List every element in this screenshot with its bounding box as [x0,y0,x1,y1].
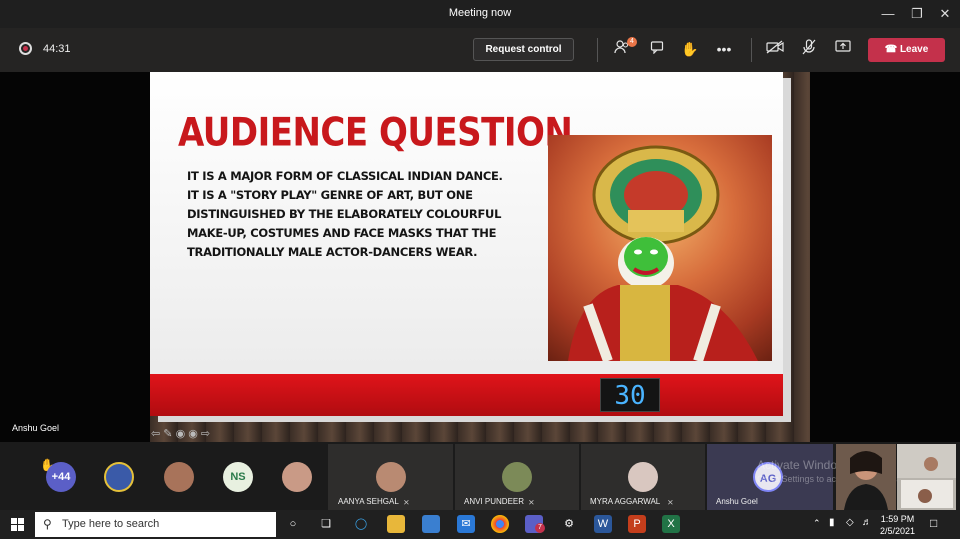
wifi-icon[interactable]: ◇ [846,517,854,528]
volume-icon[interactable]: ♬ [862,517,872,528]
leave-label: Leave [899,44,929,55]
window-title: Meeting now [448,7,512,19]
previous-slide-icon[interactable]: ⇦ [151,428,160,440]
store-icon[interactable] [422,515,440,533]
mic-off-icon: ⨯ [667,498,674,507]
next-slide-icon[interactable]: ⇨ [201,428,210,440]
participant-avatar[interactable] [104,462,134,492]
participant-avatar [628,462,658,492]
participant-video-tile[interactable] [897,444,956,510]
settings-gear-icon[interactable]: ⚙ [560,515,578,533]
chrome-browser-icon[interactable] [491,515,509,533]
mic-off-icon[interactable] [799,39,819,59]
pen-icon[interactable]: ✎ [163,428,172,440]
zoom-icon[interactable]: ◉ [188,428,198,440]
chat-icon[interactable] [647,39,667,59]
search-placeholder: Type here to search [62,518,160,530]
cortana-icon[interactable]: ○ [284,515,302,533]
camera-off-icon[interactable] [765,39,785,59]
windows-taskbar: ⚲ Type here to search ○ ❏ ◯ ✉ 7 ⚙ W P X … [0,510,960,539]
countdown-timer: 30 [600,378,660,412]
participant-avatar [376,462,406,492]
clock-date: 2/5/2021 [880,526,916,536]
more-participants-avatar[interactable]: +44 [46,462,76,492]
teams-badge: 7 [535,523,545,533]
request-control-button[interactable]: Request control [473,38,574,61]
system-clock[interactable]: 1:59 PM 2/5/2021 [880,513,915,537]
presenter-name: Anshu Goel [12,423,60,433]
meeting-timer: 44:31 [43,43,71,55]
task-view-icon[interactable]: ❏ [317,515,335,533]
powerpoint-icon[interactable]: P [628,515,646,533]
participant-avatar[interactable] [282,462,312,492]
participant-avatar [502,462,532,492]
participant-name: MYRA AGGARWAL [590,497,661,506]
show-hidden-icons-chevron-icon[interactable]: ⌃ [813,518,821,529]
mail-icon[interactable]: ✉ [457,515,475,533]
close-icon[interactable]: ✕ [937,6,953,22]
participants-count-badge: 4 [627,37,637,47]
recording-icon [19,42,32,55]
slides-icon[interactable]: ◉ [176,428,186,440]
battery-icon[interactable]: ▮ [829,517,835,528]
slide-body-text: IT IS A MAJOR FORM OF CLASSICAL INDIAN D… [187,169,503,259]
participant-tile[interactable]: ANVI PUNDEER ⨯ [455,444,579,510]
presentation-slide: AUDIENCE QUESTION IT IS A MAJOR FORM OF … [150,72,783,416]
share-screen-icon[interactable] [833,39,853,59]
kathakali-dancer-image [548,135,772,361]
mic-off-icon: ⨯ [528,498,535,507]
notifications-icon[interactable]: □ [930,516,937,530]
leave-button[interactable]: ☎ Leave [868,38,945,62]
clock-time: 1:59 PM [880,514,915,524]
file-explorer-icon[interactable] [387,515,405,533]
taskbar-search-box[interactable]: ⚲ Type here to search [35,512,276,537]
toolbar-divider [751,38,752,62]
maximize-icon[interactable]: ❐ [909,6,925,22]
toolbar-divider [597,38,598,62]
teams-icon[interactable]: 7 [525,515,545,533]
meeting-toolbar: 44:31 Request control 4 ✋ ••• ☎ Leave [0,28,960,72]
self-video-tile[interactable] [836,444,896,510]
participant-tile[interactable]: AANYA SEHGAL ⨯ [328,444,453,510]
participant-name: AANYA SEHGAL [338,497,399,506]
raise-hand-icon[interactable]: ✋ [680,39,700,59]
search-icon: ⚲ [43,517,52,531]
window-title-bar: Meeting now — ❐ ✕ [0,0,960,28]
hang-up-icon: ☎ [884,44,898,55]
minimize-icon[interactable]: — [880,6,896,22]
slide-title: AUDIENCE QUESTION [178,110,573,156]
start-windows-icon[interactable] [11,518,24,536]
participant-avatar[interactable] [164,462,194,492]
slide-footer-bar [150,374,783,416]
participant-avatar-ns[interactable]: NS [223,462,253,492]
excel-icon[interactable]: X [662,515,680,533]
more-actions-icon[interactable]: ••• [714,39,734,59]
participant-name: ANVI PUNDEER [464,497,525,506]
edge-browser-icon[interactable]: ◯ [352,515,370,533]
word-icon[interactable]: W [594,515,612,533]
participant-tile[interactable]: MYRA AGGARWAL ⨯ [581,444,705,510]
participant-name: Anshu Goel [716,497,758,506]
mic-off-icon: ⨯ [403,498,410,507]
slide-navigation-controls[interactable]: ⇦ ✎ ◉ ◉ ⇨ [151,427,231,441]
